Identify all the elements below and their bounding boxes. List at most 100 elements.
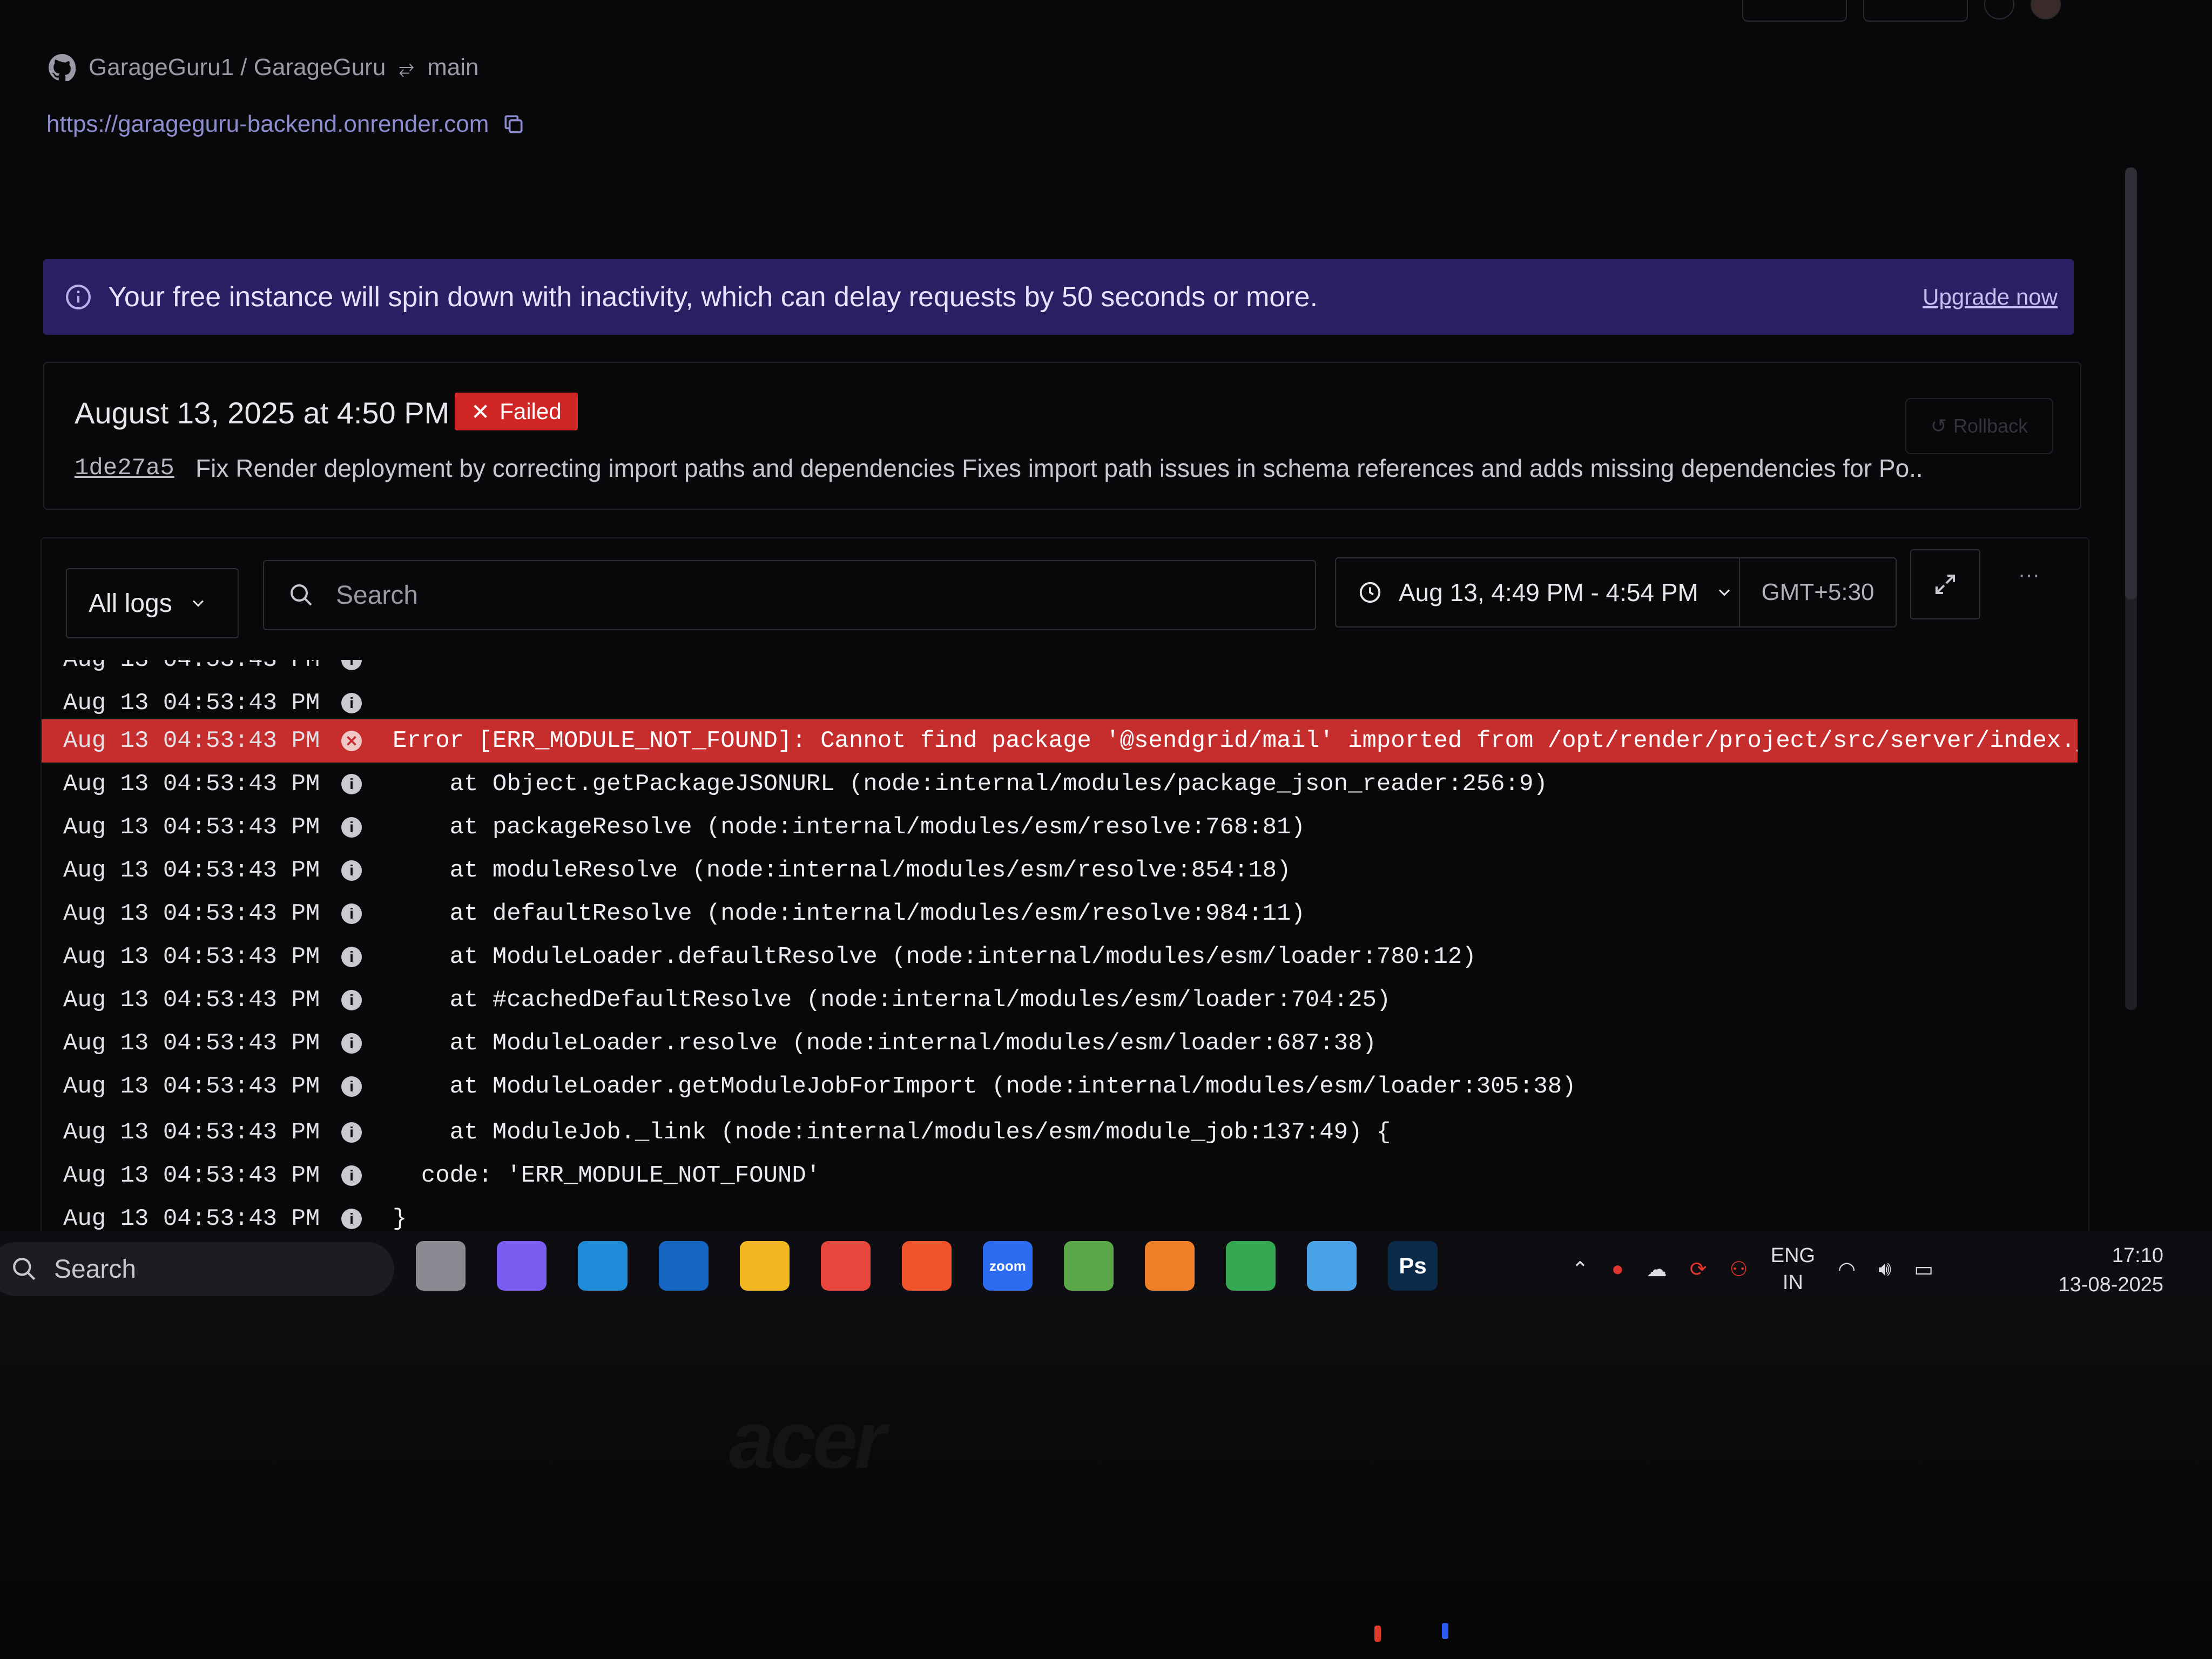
log-message: at moduleResolve (node:internal/modules/… <box>393 857 1291 884</box>
chevron-up-icon[interactable]: ⌃ <box>1572 1257 1589 1282</box>
banner-text: Your free instance will spin down with i… <box>108 281 1318 313</box>
info-icon: i <box>341 774 362 794</box>
help-icon[interactable] <box>1984 0 2014 19</box>
time-range-value: Aug 13, 4:49 PM - 4:54 PM <box>1399 578 1698 606</box>
log-row: Aug 13 04:53:43 PM i at moduleResolve (no… <box>42 849 2078 892</box>
upgrade-now-link[interactable]: Upgrade now <box>1923 284 2058 310</box>
info-icon: i <box>341 947 362 967</box>
notepad-icon[interactable] <box>1307 1241 1357 1291</box>
log-timestamp: Aug 13 04:53:43 PM <box>63 660 320 673</box>
log-message: at ModuleLoader.resolve (node:internal/m… <box>393 1030 1377 1057</box>
info-icon: i <box>341 903 362 924</box>
file-explorer-icon[interactable] <box>740 1241 790 1291</box>
log-row-error: Aug 13 04:53:43 PM ✕ Error [ERR_MODULE_NOT… <box>42 719 2078 763</box>
rollback-button[interactable]: ↺ Rollback <box>1905 398 2053 454</box>
outlook-icon[interactable] <box>659 1241 709 1291</box>
log-search-input[interactable]: Search <box>263 560 1316 630</box>
screen: GarageGuru1 / GarageGuru ⥂ main https://… <box>0 0 2212 1296</box>
deploy-card: August 13, 2025 at 4:50 PM ✕ Failed 1de2… <box>43 362 2081 510</box>
scrollbar-thumb[interactable] <box>2125 167 2137 599</box>
top-actions <box>1742 0 2061 22</box>
github-icon <box>49 54 76 81</box>
log-timestamp: Aug 13 04:53:43 PM <box>63 690 320 717</box>
repo-link[interactable]: GarageGuru1 / GarageGuru <box>89 54 386 81</box>
copilot-icon[interactable] <box>497 1241 547 1291</box>
fullscreen-button[interactable] <box>1910 549 1980 619</box>
log-list: Aug 13 04:53:43 PMiAug 13 04:53:43 PMiAu… <box>42 660 2078 1292</box>
log-timestamp: Aug 13 04:53:43 PM <box>63 1073 320 1100</box>
clock-icon <box>1359 582 1381 603</box>
log-timestamp: Aug 13 04:53:43 PM <box>63 900 320 927</box>
zoom-icon[interactable]: zoom <box>983 1241 1033 1291</box>
log-timestamp: Aug 13 04:53:43 PM <box>63 814 320 841</box>
cloud-icon[interactable]: ☁ <box>1647 1257 1667 1282</box>
log-row: Aug 13 04:53:43 PM i at ModuleLoader.defa… <box>42 935 2078 979</box>
language-indicator[interactable]: ENG IN <box>1771 1242 1815 1296</box>
battery-icon[interactable]: ▭ <box>1914 1257 1933 1282</box>
language-line2: IN <box>1782 1271 1803 1294</box>
image-editor-icon[interactable] <box>1064 1241 1114 1291</box>
task-view-icon[interactable] <box>416 1241 466 1291</box>
log-timestamp: Aug 13 04:53:43 PM <box>63 1205 320 1232</box>
branch-name[interactable]: main <box>427 54 478 81</box>
status-badge-label: Failed <box>500 399 562 424</box>
log-row: Aug 13 04:53:43 PM i <box>42 660 2078 682</box>
scrollbar[interactable] <box>2125 167 2137 1010</box>
copy-icon[interactable] <box>502 112 525 136</box>
brave-icon[interactable] <box>902 1241 952 1291</box>
log-timestamp: Aug 13 04:53:43 PM <box>63 857 320 884</box>
log-filter-select[interactable]: All logs <box>66 568 239 638</box>
time-range-picker[interactable]: Aug 13, 4:49 PM - 4:54 PM <box>1335 557 1740 628</box>
more-options-button[interactable]: ··· <box>2018 563 2040 587</box>
volume-icon[interactable]: 🔊︎ <box>1878 1258 1891 1281</box>
brand-logo: acer <box>729 1394 886 1485</box>
status-led <box>1442 1623 1448 1639</box>
people-icon[interactable]: ⚇ <box>1730 1257 1748 1282</box>
log-toolbar: All logs Search Aug 13, 4:49 PM - 4:54 P… <box>42 538 2088 657</box>
log-timestamp: Aug 13 04:53:43 PM <box>63 943 320 970</box>
top-button[interactable] <box>1742 0 1847 22</box>
avatar[interactable] <box>2031 0 2061 19</box>
error-icon: ✕ <box>341 731 362 751</box>
log-row: Aug 13 04:53:43 PM i at #cachedDefaultRes… <box>42 979 2078 1022</box>
clock[interactable]: 17:10 13-08-2025 <box>2059 1241 2163 1296</box>
taskbar-search-placeholder: Search <box>54 1255 137 1284</box>
info-icon: i <box>341 990 362 1010</box>
log-timestamp: Aug 13 04:53:43 PM <box>63 987 320 1014</box>
antivirus-icon[interactable]: ● <box>1611 1258 1624 1281</box>
taskbar-apps: zoom Ps <box>416 1241 1438 1291</box>
info-icon: i <box>341 660 362 670</box>
log-message: at defaultResolve (node:internal/modules… <box>393 900 1305 927</box>
firefox-icon[interactable] <box>1145 1241 1195 1291</box>
commit-hash-link[interactable]: 1de27a5 <box>75 455 174 482</box>
info-icon: i <box>341 1076 362 1097</box>
log-message: at packageResolve (node:internal/modules… <box>393 814 1305 841</box>
log-row: Aug 13 04:53:43 PM i code: 'ERR_MODULE_NO… <box>42 1154 2078 1197</box>
deploy-date: August 13, 2025 at 4:50 PM <box>75 396 450 430</box>
log-message: code: 'ERR_MODULE_NOT_FOUND' <box>393 1162 821 1189</box>
status-led <box>1374 1626 1381 1642</box>
search-icon <box>291 584 312 606</box>
top-button[interactable] <box>1863 0 1968 22</box>
photoshop-icon[interactable]: Ps <box>1388 1241 1438 1291</box>
log-timestamp: Aug 13 04:53:43 PM <box>63 1119 320 1146</box>
log-message: Error [ERR_MODULE_NOT_FOUND]: Cannot fin… <box>393 727 2078 754</box>
log-message: at ModuleLoader.getModuleJobForImport (n… <box>393 1073 1576 1100</box>
info-icon: i <box>341 693 362 713</box>
service-url-link[interactable]: https://garageguru-backend.onrender.com <box>46 111 489 138</box>
wifi-icon[interactable]: ◠ <box>1838 1257 1856 1282</box>
timezone-button[interactable]: GMT+5:30 <box>1740 557 1897 628</box>
log-row: Aug 13 04:53:43 PM i at Object.getPackage… <box>42 763 2078 806</box>
sync-icon[interactable]: ⟳ <box>1690 1257 1707 1282</box>
info-icon: i <box>341 1033 362 1054</box>
log-message: at ModuleJob._link (node:internal/module… <box>393 1119 1391 1146</box>
edge-icon[interactable] <box>578 1241 628 1291</box>
taskbar-search[interactable]: Search <box>0 1242 394 1296</box>
chrome-profile-icon[interactable] <box>1226 1241 1276 1291</box>
timezone-label: GMT+5:30 <box>1761 579 1874 605</box>
clock-time: 17:10 <box>2112 1244 2163 1267</box>
language-line1: ENG <box>1770 1244 1816 1267</box>
chrome-icon[interactable] <box>821 1241 871 1291</box>
branch-icon: ⥂ <box>399 56 415 78</box>
rollback-icon: ↺ <box>1930 415 1947 437</box>
